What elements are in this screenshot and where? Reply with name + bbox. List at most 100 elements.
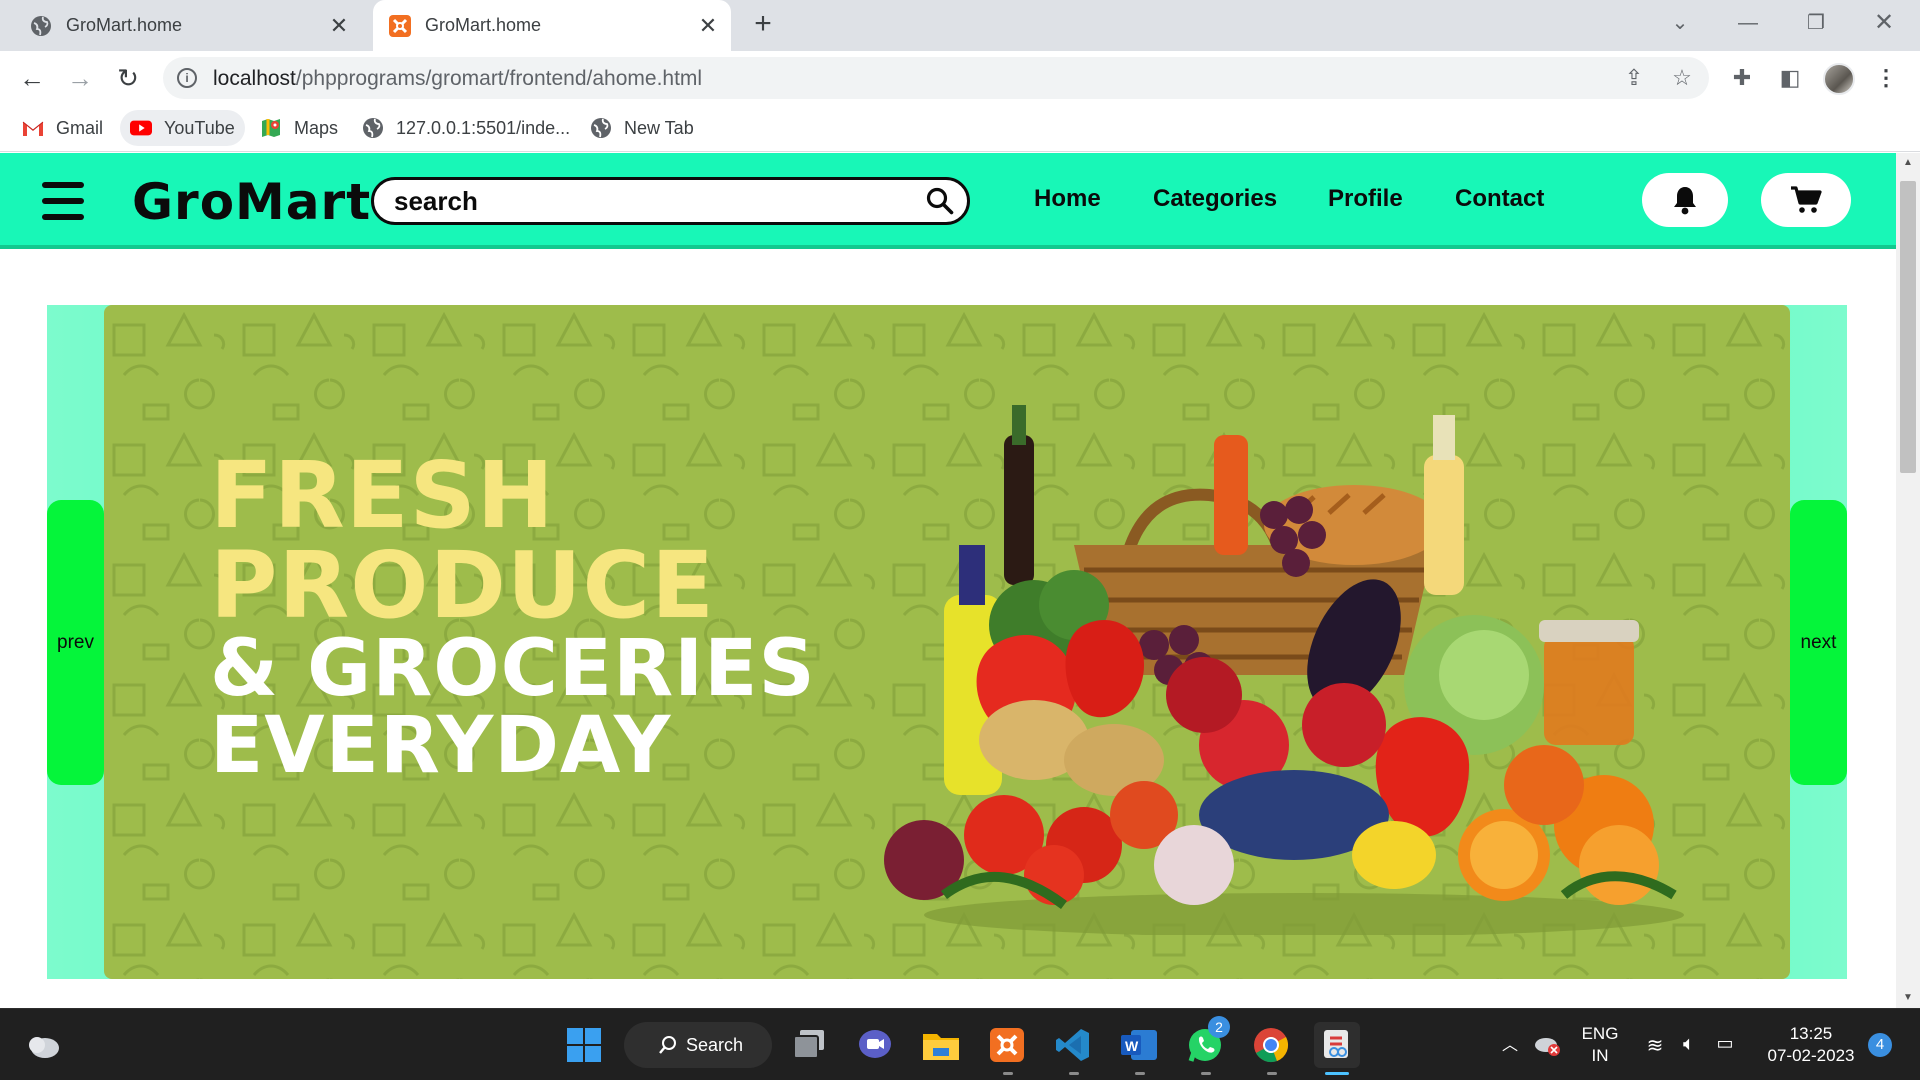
tab-gromart-2[interactable]: GroMart.home ✕ [373, 0, 731, 51]
maps-icon [260, 117, 282, 139]
new-tab-button[interactable]: + [748, 9, 778, 40]
tab-gromart-1[interactable]: GroMart.home ✕ [14, 0, 362, 51]
weather-cloud-icon[interactable] [20, 1022, 66, 1068]
volume-icon[interactable]: 🔈︎ [1676, 1033, 1702, 1056]
battery-icon[interactable]: ▭ [1710, 1033, 1740, 1054]
search-input[interactable] [394, 186, 914, 216]
url-path: /phpprograms/gromart/frontend/ahome.html [295, 67, 703, 90]
hero-headline: FRESH PRODUCE & GROCERIES EVERYDAY [210, 442, 816, 785]
bookmark-youtube[interactable]: YouTube [120, 110, 245, 146]
headline-line-2: PRODUCE [210, 532, 715, 640]
file-explorer-icon[interactable] [918, 1022, 964, 1068]
url-text[interactable]: localhost/phpprograms/gromart/frontend/a… [213, 67, 702, 91]
url-host: localhost [213, 67, 296, 90]
task-view-icon[interactable] [786, 1022, 832, 1068]
reload-icon[interactable]: ↻ [114, 64, 142, 92]
restore-button[interactable]: ❐ [1796, 8, 1836, 38]
scroll-up-arrow-icon[interactable]: ▲ [1896, 153, 1920, 173]
globe-icon [362, 117, 384, 139]
site-header: GroMart Home Categories Profile Contact [0, 153, 1896, 249]
gmail-icon [22, 117, 44, 139]
nav-contact[interactable]: Contact [1455, 185, 1544, 213]
running-indicator [1201, 1072, 1211, 1075]
search-box [371, 177, 970, 225]
side-panel-icon[interactable]: ◧ [1776, 64, 1804, 92]
xampp-icon[interactable] [984, 1022, 1030, 1068]
back-icon[interactable]: ← [18, 64, 46, 92]
notification-badge[interactable]: 4 [1868, 1033, 1892, 1057]
bell-icon [1674, 187, 1696, 215]
vscode-icon[interactable] [1050, 1022, 1096, 1068]
bookmark-star-icon[interactable]: ☆ [1669, 65, 1695, 91]
bookmark-new-tab[interactable]: New Tab [580, 110, 704, 146]
globe-icon [30, 15, 52, 37]
forward-icon[interactable]: → [66, 64, 94, 92]
chrome-menu-icon[interactable]: ⋮ [1872, 64, 1900, 92]
profile-avatar[interactable] [1823, 63, 1855, 95]
bookmark-label: New Tab [624, 117, 694, 138]
close-window-button[interactable]: ✕ [1864, 8, 1904, 38]
nav-categories[interactable]: Categories [1153, 185, 1277, 213]
groceries-image [884, 405, 1684, 935]
tab-search-chevron-icon[interactable]: ⌄ [1660, 8, 1700, 38]
nav-profile[interactable]: Profile [1328, 185, 1403, 213]
extensions-icon[interactable]: ✚ [1728, 64, 1756, 92]
address-bar[interactable]: i localhost/phpprograms/gromart/frontend… [163, 57, 1709, 99]
xampp-icon [389, 14, 411, 37]
running-indicator [1267, 1072, 1277, 1075]
bookmark-label: YouTube [164, 117, 235, 138]
cart-button[interactable] [1761, 173, 1851, 227]
hamburger-menu-icon[interactable] [42, 182, 84, 220]
site-info-icon[interactable]: i [177, 68, 197, 88]
hero-carousel: FRESH PRODUCE & GROCERIES EVERYDAY prev … [47, 305, 1847, 979]
headline-line-3: & GROCERIES [210, 624, 816, 715]
taskbar-search[interactable]: Search [624, 1022, 772, 1068]
bookmark-maps[interactable]: Maps [250, 110, 348, 146]
youtube-icon [130, 117, 152, 139]
close-tab-icon[interactable]: ✕ [326, 13, 352, 39]
clock-date: 07-02-2023 [1767, 1046, 1855, 1065]
teams-chat-icon[interactable] [852, 1022, 898, 1068]
word-icon[interactable]: W [1116, 1022, 1162, 1068]
nav-home[interactable]: Home [1034, 185, 1101, 213]
taskbar-search-label: Search [686, 1034, 744, 1055]
clock-time: 13:25 [1789, 1024, 1833, 1043]
scroll-down-arrow-icon[interactable]: ▼ [1896, 988, 1920, 1008]
bookmark-localhost[interactable]: 127.0.0.1:5501/inde... [352, 110, 580, 146]
language-line-2: IN [1591, 1046, 1609, 1065]
share-icon[interactable]: ⇪ [1621, 65, 1647, 91]
snipping-tool-icon[interactable] [1314, 1022, 1360, 1068]
browser-toolbar: ← → ↻ i localhost/phpprograms/gromart/fr… [0, 51, 1920, 104]
windows-start-icon[interactable] [561, 1022, 607, 1068]
language-indicator[interactable]: ENG IN [1572, 1023, 1628, 1067]
carousel-prev-button[interactable]: prev [47, 500, 104, 785]
wifi-icon[interactable]: ≋ [1642, 1033, 1668, 1058]
onedrive-error-icon[interactable] [1530, 1022, 1564, 1068]
show-hidden-icons-chevron-icon[interactable]: ︿ [1500, 1031, 1520, 1055]
running-indicator [1069, 1072, 1079, 1075]
language-line-1: ENG [1581, 1024, 1619, 1043]
svg-text:W: W [1125, 1038, 1139, 1054]
tab-title: GroMart.home [66, 15, 183, 35]
bookmark-label: 127.0.0.1:5501/inde... [396, 117, 571, 138]
search-icon[interactable] [925, 186, 955, 216]
whatsapp-icon[interactable]: 2 [1182, 1016, 1230, 1068]
whatsapp-badge: 2 [1208, 1016, 1230, 1038]
page-scrollbar[interactable]: ▲ ▼ [1896, 153, 1920, 1008]
minimize-button[interactable]: — [1728, 8, 1768, 38]
chrome-icon[interactable] [1248, 1022, 1294, 1068]
scrollbar-thumb[interactable] [1900, 181, 1916, 473]
carousel-next-button[interactable]: next [1790, 500, 1847, 785]
notifications-button[interactable] [1642, 173, 1728, 227]
close-tab-icon[interactable]: ✕ [695, 13, 721, 39]
windows-taskbar: Search W 2 ︿ ENG IN ≋ 🔈︎ ▭ 13:25 07-02-2… [0, 1008, 1920, 1080]
search-icon [659, 1036, 676, 1054]
headline-line-1: FRESH [210, 442, 555, 549]
site-logo[interactable]: GroMart [132, 173, 371, 231]
clock[interactable]: 13:25 07-02-2023 [1756, 1023, 1866, 1067]
bookmark-label: Gmail [56, 117, 104, 138]
browser-tab-strip: GroMart.home ✕ GroMart.home ✕ + ⌄ — ❐ ✕ [0, 0, 1920, 51]
bookmark-gmail[interactable]: Gmail [12, 110, 113, 146]
active-indicator [1325, 1072, 1349, 1075]
bookmark-label: Maps [294, 117, 339, 138]
